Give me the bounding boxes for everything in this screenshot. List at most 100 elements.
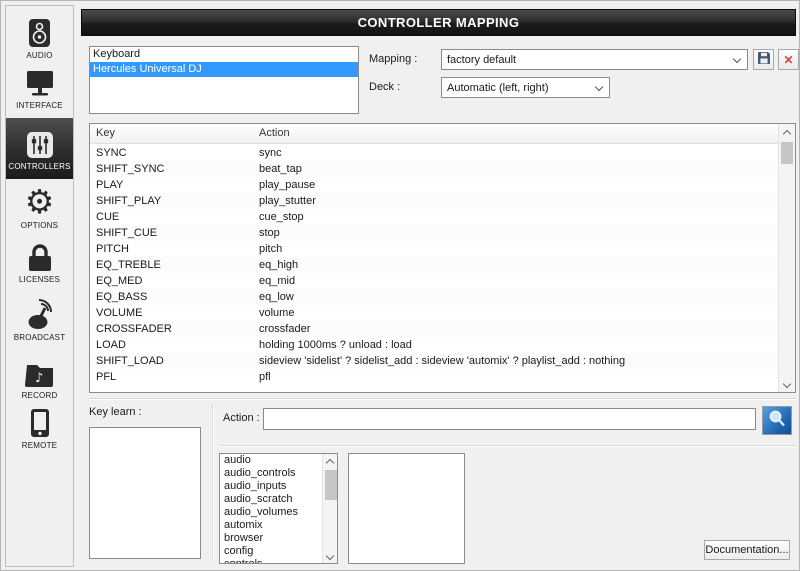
table-cell-action: sideview 'sidelist' ? sidelist_add : sid… [259, 355, 626, 367]
sidebar-item-broadcast[interactable]: BROADCAST [6, 298, 73, 342]
category-list-item[interactable]: audio_controls [220, 467, 322, 480]
documentation-button[interactable]: Documentation... [704, 540, 790, 560]
controller-mapping-window: AUDIO INTERFACE CONTROLLERS ⚙ OPTIONS LI… [0, 0, 800, 571]
table-cell-key: VOLUME [96, 307, 143, 319]
device-list: Keyboard Hercules Universal DJ [89, 46, 359, 114]
table-cell-action: play_stutter [259, 195, 316, 207]
action-detail-list[interactable] [348, 453, 465, 564]
sidebar-item-options[interactable]: ⚙ OPTIONS [6, 183, 73, 230]
table-cell-action: crossfader [259, 323, 311, 335]
scroll-up-icon[interactable] [323, 454, 337, 468]
sidebar-item-controllers[interactable]: CONTROLLERS [6, 118, 73, 179]
action-input[interactable] [263, 408, 756, 430]
table-row[interactable]: CUE cue_stop [90, 209, 778, 225]
key-learn-label: Key learn : [89, 406, 142, 418]
red-x-icon: ✕ [783, 52, 794, 67]
table-cell-key: SHIFT_LOAD [96, 355, 164, 367]
table-row[interactable]: SHIFT_LOAD sideview 'sidelist' ? sidelis… [90, 353, 778, 369]
scroll-up-icon[interactable] [779, 124, 795, 140]
category-list-item[interactable]: audio [220, 454, 322, 467]
table-cell-action: eq_high [259, 259, 299, 271]
chevron-down-icon [594, 82, 604, 92]
device-list-item[interactable]: Hercules Universal DJ [90, 62, 358, 77]
table-row[interactable]: PITCH pitch [90, 241, 778, 257]
table-cell-key: EQ_MED [96, 275, 143, 287]
category-list-item[interactable]: audio_scratch [220, 493, 322, 506]
table-cell-key: SHIFT_PLAY [96, 195, 162, 207]
chevron-down-icon [732, 54, 742, 64]
scroll-down-icon[interactable] [323, 549, 337, 563]
table-cell-action: eq_mid [259, 275, 296, 287]
table-row[interactable]: EQ_MED eq_mid [90, 273, 778, 289]
column-header-action[interactable]: Action [259, 127, 290, 139]
sidebar-item-label: LICENSES [18, 275, 61, 284]
category-list-item[interactable]: automix [220, 519, 322, 532]
table-cell-key: SHIFT_SYNC [96, 163, 165, 175]
table-cell-key: PFL [96, 371, 117, 383]
table-cell-action: play_pause [259, 179, 316, 191]
mapping-table: Key Action SYNC sync SHIFT_SYNC beat_tap… [89, 123, 796, 393]
scrollbar-thumb[interactable] [781, 142, 793, 164]
table-row[interactable]: PFL pfl [90, 369, 778, 385]
magnifier-icon [767, 409, 787, 432]
sidebar-item-interface[interactable]: INTERFACE [6, 66, 73, 110]
category-list-item[interactable]: browser [220, 532, 322, 545]
separator [212, 404, 213, 562]
category-list-item[interactable]: audio_volumes [220, 506, 322, 519]
category-scrollbar[interactable] [322, 454, 337, 563]
table-cell-key: CROSSFADER [96, 323, 172, 335]
table-cell-action: cue_stop [259, 211, 304, 223]
table-row[interactable]: SHIFT_CUE stop [90, 225, 778, 241]
scroll-down-icon[interactable] [779, 376, 795, 392]
table-row[interactable]: SYNC sync [90, 145, 778, 161]
table-header: Key Action [90, 124, 778, 144]
table-row[interactable]: SHIFT_PLAY play_stutter [90, 193, 778, 209]
table-cell-key: LOAD [96, 339, 126, 351]
action-category-items: audio audio_controls audio_inputs audio_scr… [220, 454, 322, 563]
sidebar-item-label: AUDIO [26, 51, 53, 60]
sidebar-item-audio[interactable]: AUDIO [6, 16, 73, 60]
key-learn-list[interactable] [89, 427, 201, 559]
delete-mapping-button[interactable]: ✕ [778, 49, 799, 70]
table-cell-action: sync [259, 147, 282, 159]
table-row[interactable]: SHIFT_SYNC beat_tap [90, 161, 778, 177]
documentation-button-label: Documentation... [705, 544, 789, 556]
sidebar-item-licenses[interactable]: LICENSES [6, 240, 73, 284]
scrollbar-thumb[interactable] [324, 470, 337, 500]
table-row[interactable]: LOAD holding 1000ms ? unload : load [90, 337, 778, 353]
table-row[interactable]: VOLUME volume [90, 305, 778, 321]
mapping-select[interactable]: factory default [441, 49, 748, 70]
save-mapping-button[interactable] [753, 49, 774, 70]
monitor-icon [26, 66, 54, 98]
floppy-disk-icon [757, 52, 770, 67]
table-row[interactable]: PLAY play_pause [90, 177, 778, 193]
deck-label: Deck : [369, 81, 401, 93]
column-header-key[interactable]: Key [96, 127, 115, 139]
action-label: Action : [223, 412, 260, 424]
svg-text:♪: ♪ [35, 371, 43, 386]
table-row[interactable]: EQ_BASS eq_low [90, 289, 778, 305]
sidebar-item-record[interactable]: ♪ RECORD [6, 356, 73, 400]
sidebar-item-label: RECORD [21, 391, 58, 400]
category-list-item[interactable]: audio_inputs [220, 480, 322, 493]
table-row[interactable]: CROSSFADER crossfader [90, 321, 778, 337]
sidebar-item-label: REMOTE [21, 441, 58, 450]
table-cell-action: beat_tap [259, 163, 302, 175]
action-search-button[interactable] [762, 406, 792, 435]
table-scrollbar[interactable] [778, 124, 795, 392]
sliders-icon [26, 127, 54, 159]
action-category-list: audio audio_controls audio_inputs audio_scr… [219, 453, 338, 564]
table-row[interactable]: EQ_TREBLE eq_high [90, 257, 778, 273]
table-cell-action: volume [259, 307, 295, 319]
sidebar-item-label: BROADCAST [13, 333, 66, 342]
sidebar-item-label: CONTROLLERS [8, 161, 71, 171]
broadcast-icon [25, 298, 55, 330]
deck-select[interactable]: Automatic (left, right) [441, 77, 610, 98]
table-cell-action: stop [259, 227, 280, 239]
lock-icon [27, 240, 53, 272]
device-list-item[interactable]: Keyboard [90, 47, 358, 62]
category-list-item[interactable]: controls [220, 558, 322, 563]
sidebar-item-remote[interactable]: REMOTE [6, 406, 73, 450]
gear-icon: ⚙ [24, 183, 55, 220]
category-list-item[interactable]: config [220, 545, 322, 558]
